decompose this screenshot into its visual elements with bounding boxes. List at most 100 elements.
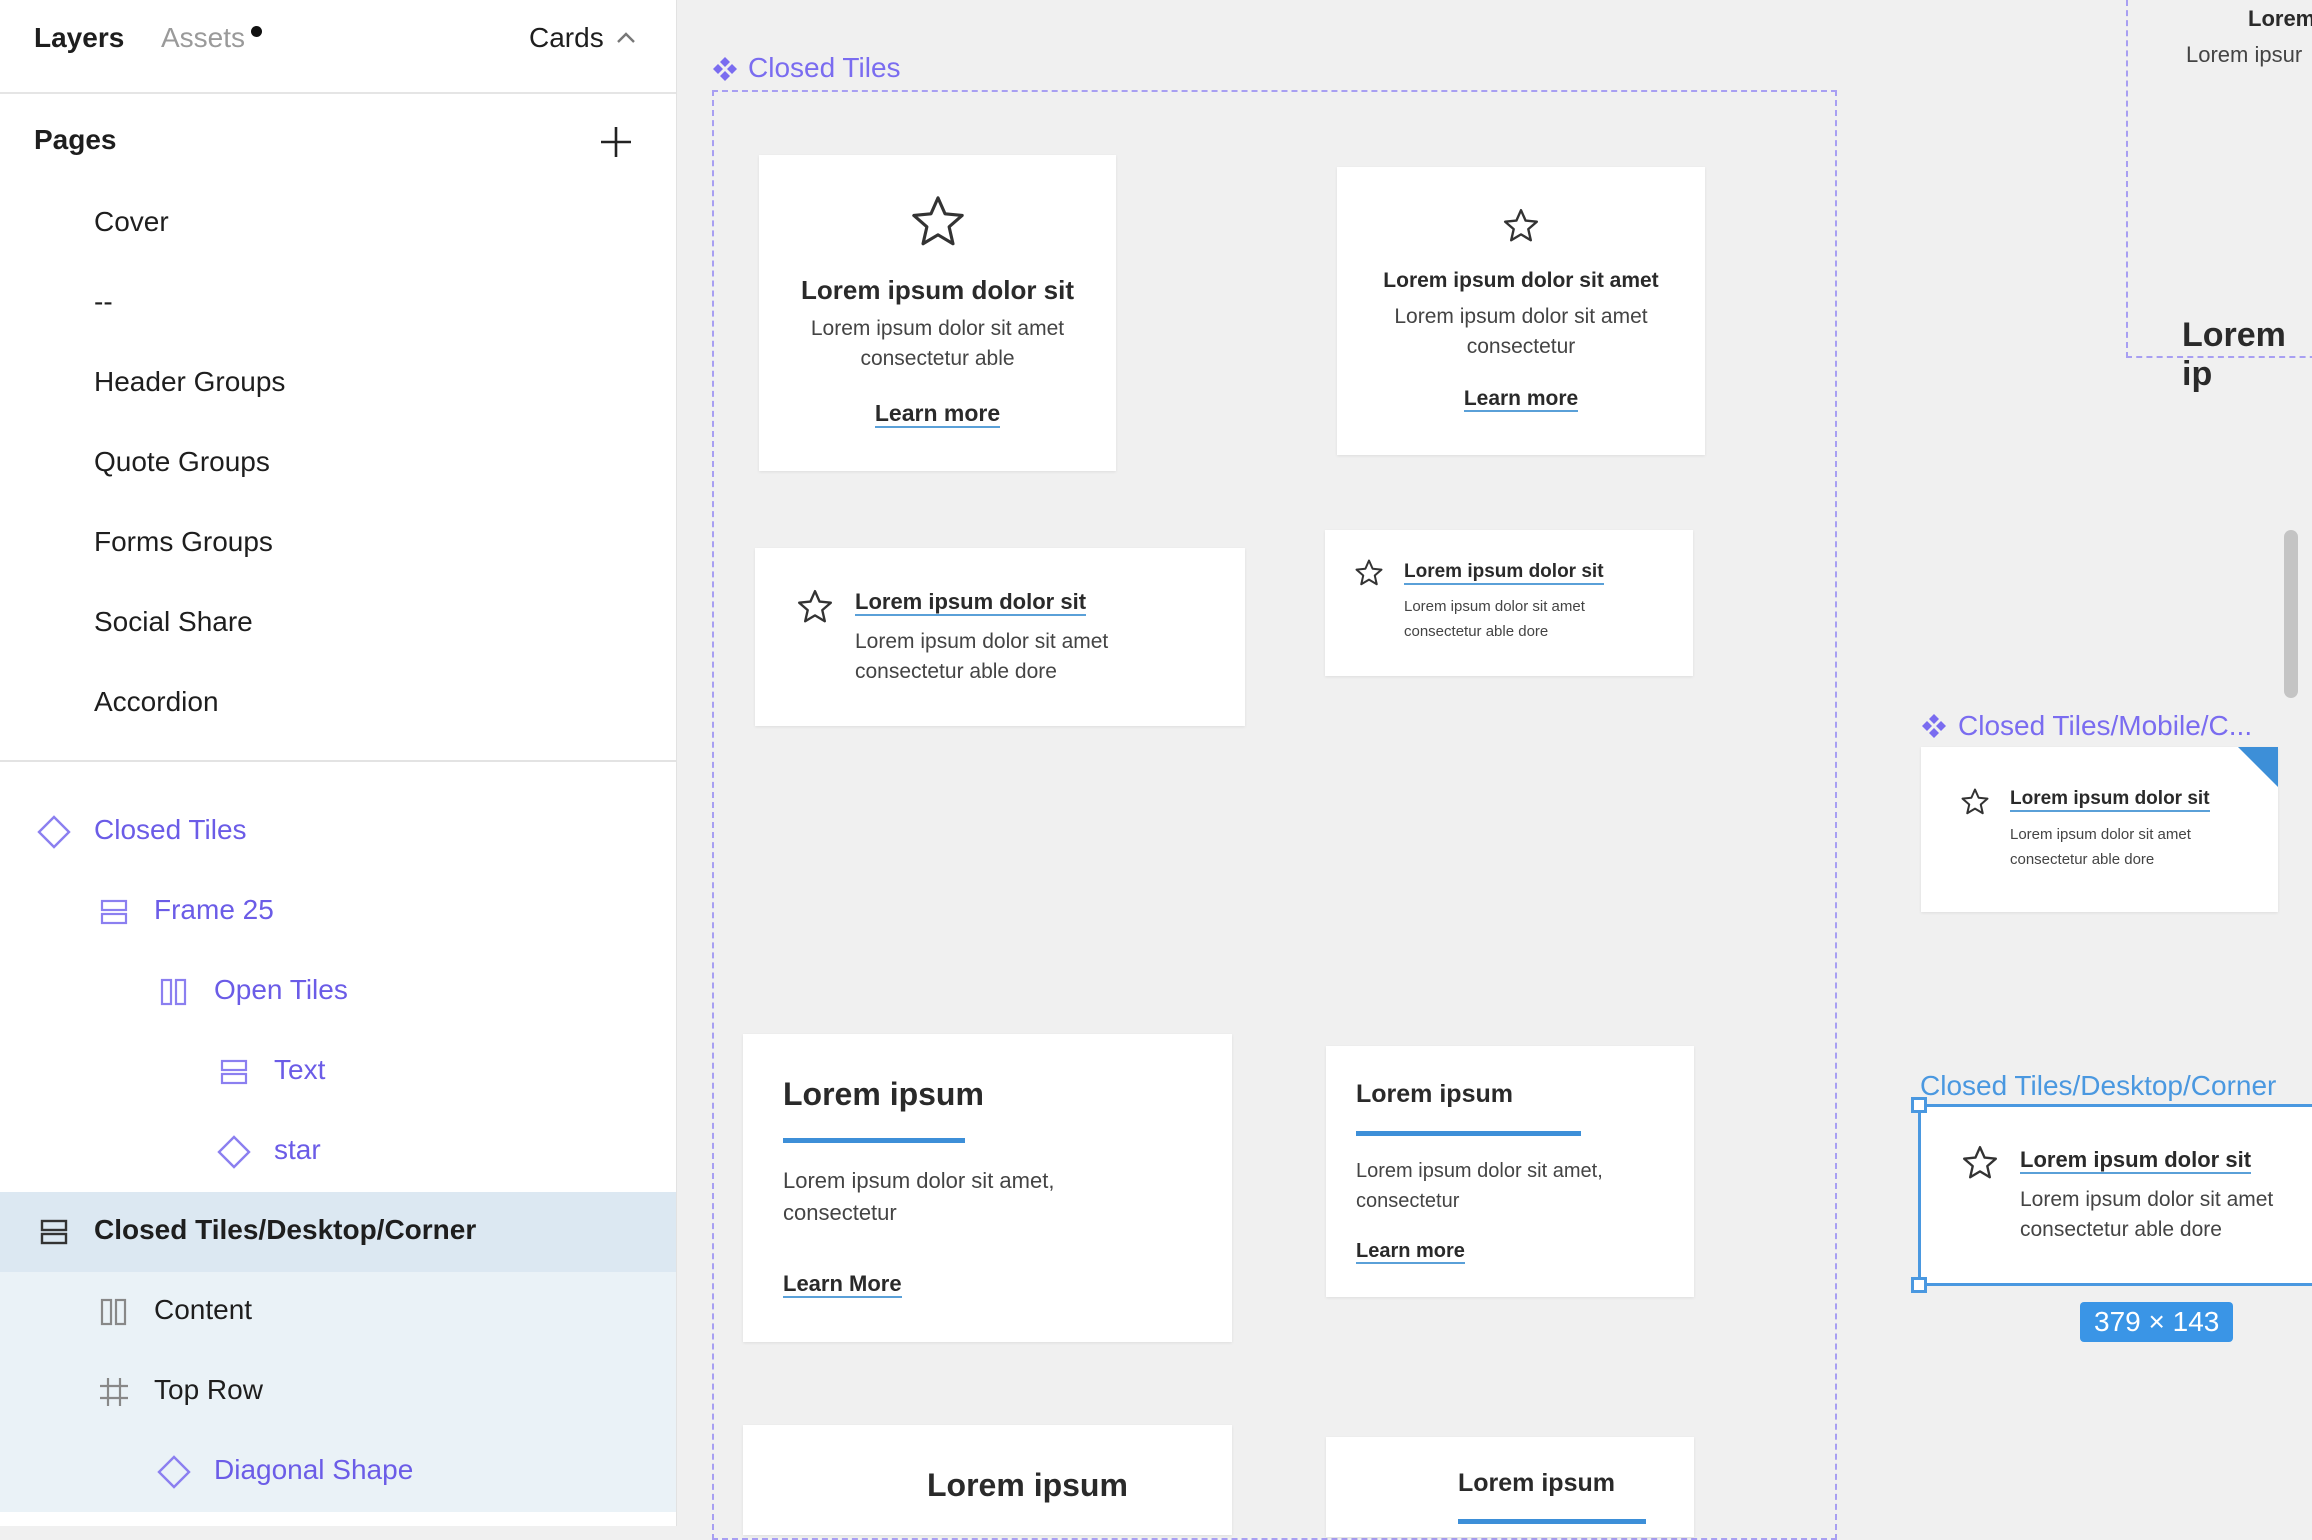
card-title-link[interactable]: Lorem ipsum dolor sit (1404, 561, 1604, 585)
layer-label: Open Tiles (214, 974, 348, 1005)
card-title: Lorem ipsum (927, 1467, 1128, 1503)
layer-row-diagonal-shape[interactable]: Diagonal Shape (0, 1432, 676, 1512)
layer-row-closed-tiles-desktop-corner[interactable]: Closed Tiles/Desktop/Corner (0, 1192, 676, 1272)
card-title: Lorem ipsum dolor sit amet (1383, 269, 1659, 292)
card-title: Lorem ipsum (783, 1076, 984, 1112)
tile-card-7[interactable]: Lorem ipsum (743, 1425, 1232, 1535)
tile-card-6[interactable]: Lorem ipsum Lorem ipsum dolor sit amet, … (1326, 1046, 1694, 1297)
pages-layers-divider[interactable] (0, 760, 676, 762)
card-body-line: Lorem ipsum dolor sit amet (855, 630, 1109, 653)
panel-tab-bar: Layers Assets Cards (0, 0, 676, 94)
star-icon (1503, 208, 1539, 242)
resize-handle-top-left[interactable] (1911, 1097, 1927, 1113)
diagonal-corner-shape (2238, 747, 2278, 787)
tile-card-5[interactable]: Lorem ipsum Lorem ipsum dolor sit amet, … (743, 1034, 1232, 1342)
layer-row-top-row[interactable]: Top Row (0, 1352, 676, 1432)
chevron-up-icon[interactable] (615, 30, 637, 46)
card-body-line: consectetur able (860, 347, 1015, 370)
learn-more-link[interactable]: Learn More (783, 1271, 902, 1299)
layer-label: Closed Tiles (94, 814, 247, 845)
layer-row-text[interactable]: Text (0, 1032, 676, 1112)
vertical-autolayout-icon (40, 1219, 68, 1245)
page-item-social-share[interactable]: Social Share (94, 606, 253, 638)
card-body-line: consectetur able dore (1404, 623, 1549, 640)
tab-layers[interactable]: Layers (34, 22, 124, 54)
page-item-header-groups[interactable]: Header Groups (94, 366, 285, 398)
learn-more-link[interactable]: Learn more (1463, 387, 1579, 413)
partial-card-body: Lorem ipsur (2186, 42, 2303, 67)
component-icon (1922, 714, 1946, 738)
component-icon (713, 57, 737, 81)
card-body-line: Lorem ipsum dolor sit amet (1394, 305, 1648, 328)
partial-card-heading: Lorem ip (2182, 316, 2286, 393)
layer-label: Text (274, 1054, 326, 1085)
card-body-line: Lorem ipsum dolor sit amet (810, 317, 1065, 340)
add-page-icon[interactable] (598, 124, 634, 160)
layer-label: Top Row (154, 1374, 263, 1405)
layer-label: Closed Tiles/Desktop/Corner (94, 1214, 477, 1245)
learn-more-link[interactable]: Learn more (1356, 1240, 1465, 1264)
horizontal-autolayout-icon (100, 1298, 127, 1326)
page-item-quote-groups[interactable]: Quote Groups (94, 446, 270, 478)
star-icon (797, 589, 833, 623)
star-icon (912, 196, 964, 246)
card-body-line: consectetur (1356, 1190, 1460, 1212)
title-accent-bar (1356, 1131, 1581, 1136)
pages-section-title: Pages (34, 124, 117, 155)
assets-notification-dot (251, 26, 262, 37)
card-title: Lorem ipsum (1356, 1080, 1513, 1108)
vertical-autolayout-icon (220, 1059, 248, 1085)
page-item-accordion[interactable]: Accordion (94, 686, 219, 718)
component-instance-icon (157, 1455, 191, 1489)
layer-label: Diagonal Shape (214, 1454, 414, 1485)
tab-assets[interactable]: Assets (161, 22, 245, 54)
page-item-separator[interactable]: -- (94, 286, 113, 318)
card-body-line: Lorem ipsum dolor sit amet (1404, 598, 1585, 615)
dimension-badge: 379 × 143 (2080, 1302, 2234, 1342)
layer-row-closed-tiles[interactable]: Closed Tiles (0, 792, 676, 872)
vertical-autolayout-icon (100, 899, 128, 925)
partial-card-title: Lorem (2248, 6, 2312, 31)
horizontal-autolayout-icon (160, 978, 187, 1006)
frame-label-closed-tiles-desktop-corner[interactable]: Closed Tiles/Desktop/Corner (1920, 1070, 2276, 1102)
card-title: Lorem ipsum (1458, 1469, 1615, 1497)
card-body-line: consectetur able dore (2010, 851, 2155, 868)
tile-card-2[interactable]: Lorem ipsum dolor sit amet Lorem ipsum d… (1337, 167, 1705, 455)
frame-icon (100, 1378, 128, 1406)
component-instance-icon (217, 1135, 251, 1169)
selection-box[interactable] (1918, 1104, 2312, 1286)
star-icon (1961, 788, 1989, 815)
layer-label: star (274, 1134, 321, 1165)
frame-label-closed-tiles-mobile[interactable]: Closed Tiles/Mobile/C... (1958, 710, 2252, 742)
card-body-line: Lorem ipsum dolor sit amet (2010, 826, 2191, 843)
canvas-scrollbar[interactable] (2284, 530, 2298, 698)
tile-card-1[interactable]: Lorem ipsum dolor sit Lorem ipsum dolor … (759, 155, 1116, 471)
frame-label-closed-tiles[interactable]: Closed Tiles (748, 52, 901, 84)
current-page-selector[interactable]: Cards (529, 22, 604, 54)
tile-card-4[interactable]: Lorem ipsum dolor sit Lorem ipsum dolor … (1325, 530, 1693, 676)
card-title-link[interactable]: Lorem ipsum dolor sit (2010, 788, 2210, 812)
title-accent-bar (1458, 1519, 1646, 1524)
card-body-line: consectetur (783, 1200, 897, 1225)
mobile-corner-card[interactable]: Lorem ipsum dolor sit Lorem ipsum dolor … (1921, 747, 2278, 912)
layer-row-open-tiles[interactable]: Open Tiles (0, 952, 676, 1032)
layer-row-content[interactable]: Content (0, 1272, 676, 1352)
title-accent-bar (783, 1138, 965, 1143)
component-instance-icon (37, 815, 71, 849)
layer-row-frame-25[interactable]: Frame 25 (0, 872, 676, 952)
resize-handle-bottom-left[interactable] (1911, 1277, 1927, 1293)
card-body-line: Lorem ipsum dolor sit amet, (1356, 1160, 1603, 1182)
layer-row-star[interactable]: star (0, 1112, 676, 1192)
card-title: Lorem ipsum dolor sit (800, 275, 1075, 305)
learn-more-link[interactable]: Learn more (874, 400, 1001, 429)
tile-card-8[interactable]: Lorem ipsum (1326, 1437, 1694, 1537)
layer-label: Content (154, 1294, 253, 1325)
tile-card-3[interactable]: Lorem ipsum dolor sit Lorem ipsum dolor … (755, 548, 1245, 726)
star-icon (1355, 559, 1383, 586)
page-item-cover[interactable]: Cover (94, 206, 169, 238)
card-title-link[interactable]: Lorem ipsum dolor sit (855, 589, 1087, 617)
card-body-line: consectetur (1466, 335, 1576, 358)
page-item-forms-groups[interactable]: Forms Groups (94, 526, 273, 558)
layers-panel: Layers Assets Cards Pages Cover -- Heade… (0, 0, 677, 1526)
card-body-line: Lorem ipsum dolor sit amet, (783, 1168, 1055, 1193)
